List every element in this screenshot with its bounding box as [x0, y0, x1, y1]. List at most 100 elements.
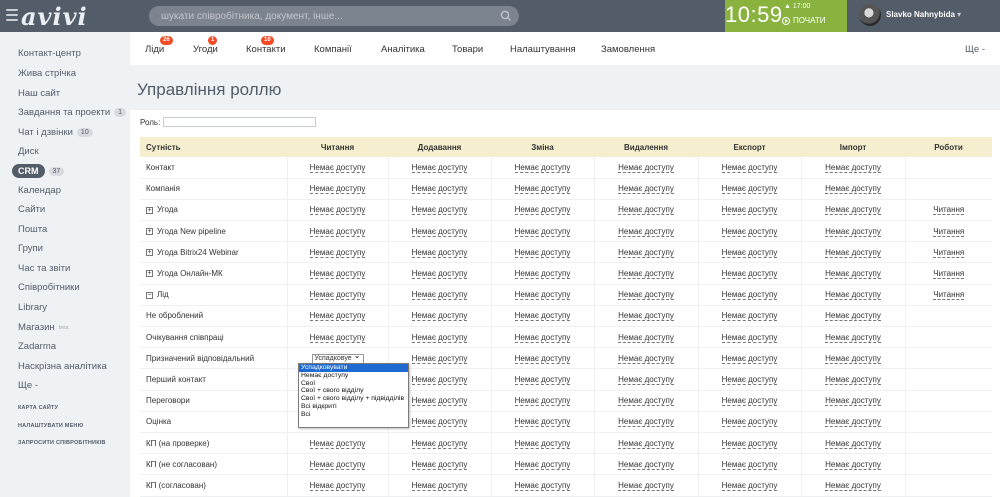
sidebar-item[interactable]: Диск: [18, 146, 39, 157]
sidebar-item[interactable]: Групи: [18, 243, 43, 254]
permission-value[interactable]: Немає доступу: [618, 205, 674, 216]
sidebar-item[interactable]: CRM 37: [12, 164, 65, 178]
dropdown-option[interactable]: Свої: [299, 380, 408, 388]
permission-value[interactable]: Немає доступу: [721, 162, 778, 173]
permission-value[interactable]: Немає доступу: [514, 396, 571, 407]
permission-value[interactable]: Немає доступу: [721, 353, 778, 364]
sidebar-item[interactable]: Пошта: [18, 224, 47, 235]
permission-value[interactable]: Немає доступу: [618, 417, 674, 428]
permission-value[interactable]: Немає доступу: [825, 332, 881, 343]
permission-value[interactable]: Немає доступу: [411, 396, 468, 407]
dropdown-option[interactable]: Успадковувати: [299, 364, 408, 372]
permission-value[interactable]: Немає доступу: [411, 480, 468, 491]
permission-value[interactable]: Немає доступу: [618, 290, 674, 301]
permission-value[interactable]: Немає доступу: [514, 332, 571, 343]
tab[interactable]: Ліди: [145, 44, 164, 55]
expand-icon[interactable]: +: [146, 228, 153, 236]
sidebar-item[interactable]: Zadarma: [18, 341, 56, 352]
user-name[interactable]: Slavko Nahnybida: [886, 10, 961, 19]
permission-value[interactable]: Немає доступу: [825, 374, 881, 385]
permission-value[interactable]: Читання: [933, 269, 965, 280]
dropdown-option[interactable]: Немає доступу: [299, 372, 408, 380]
sidebar-item[interactable]: Ще -: [18, 380, 38, 391]
user-menu[interactable]: Slavko Nahnybida: [848, 0, 1000, 32]
permission-value[interactable]: Немає доступу: [411, 459, 468, 470]
sidebar-item[interactable]: Наскрізна аналітика: [18, 361, 107, 372]
permission-value[interactable]: Немає доступу: [825, 396, 881, 407]
permission-value[interactable]: Немає доступу: [309, 459, 366, 470]
permission-value[interactable]: Немає доступу: [514, 290, 571, 301]
sidebar-item[interactable]: Співробітники: [18, 282, 80, 293]
permission-value[interactable]: Немає доступу: [514, 480, 571, 491]
permission-value[interactable]: Немає доступу: [514, 438, 571, 449]
permission-value[interactable]: Немає доступу: [618, 184, 674, 195]
permission-value[interactable]: Немає доступу: [514, 459, 571, 470]
star-icon[interactable]: ☆: [266, 82, 279, 99]
permission-value[interactable]: Немає доступу: [721, 247, 778, 258]
permission-value[interactable]: Немає доступу: [618, 311, 674, 322]
permission-value[interactable]: Немає доступу: [825, 247, 881, 258]
permission-value[interactable]: Немає доступу: [309, 226, 366, 237]
dropdown-option[interactable]: Всі: [299, 411, 408, 419]
permission-value[interactable]: Немає доступу: [309, 184, 366, 195]
tab[interactable]: Угоди: [193, 44, 218, 55]
permission-value[interactable]: Немає доступу: [309, 311, 366, 322]
collapse-icon[interactable]: −: [146, 291, 153, 299]
permission-value[interactable]: Немає доступу: [825, 184, 881, 195]
sidebar-link[interactable]: КАРТА САЙТУ: [18, 405, 58, 411]
permission-value[interactable]: Немає доступу: [309, 162, 366, 173]
permission-value[interactable]: Немає доступу: [825, 311, 881, 322]
permission-value[interactable]: Немає доступу: [721, 396, 778, 407]
sidebar-item[interactable]: Наш сайт: [18, 88, 60, 99]
sidebar-item[interactable]: Час та звіти: [18, 263, 70, 274]
permission-value[interactable]: Немає доступу: [411, 247, 468, 258]
permission-value[interactable]: Немає доступу: [721, 459, 778, 470]
permission-value[interactable]: Немає доступу: [411, 332, 468, 343]
sidebar-item[interactable]: Контакт-центр: [18, 48, 81, 59]
permission-value[interactable]: Немає доступу: [514, 269, 571, 280]
permission-value[interactable]: Читання: [933, 290, 965, 301]
permission-value[interactable]: Немає доступу: [825, 290, 881, 301]
sidebar-item[interactable]: Магазин beta: [18, 322, 68, 333]
permission-value[interactable]: Читання: [933, 247, 965, 258]
permission-value[interactable]: Немає доступу: [721, 311, 778, 322]
permission-value[interactable]: Немає доступу: [411, 438, 468, 449]
expand-icon[interactable]: +: [146, 270, 153, 278]
permission-value[interactable]: Немає доступу: [618, 353, 674, 364]
tab[interactable]: Контакти: [246, 44, 286, 55]
permission-value[interactable]: Немає доступу: [618, 332, 674, 343]
permission-value[interactable]: Немає доступу: [514, 205, 571, 216]
search-icon[interactable]: [499, 9, 513, 23]
permission-value[interactable]: Читання: [933, 205, 965, 216]
permission-value[interactable]: Немає доступу: [514, 184, 571, 195]
permission-value[interactable]: Немає доступу: [514, 374, 571, 385]
permission-value[interactable]: Немає доступу: [825, 480, 881, 491]
permission-value[interactable]: Немає доступу: [411, 205, 468, 216]
permission-value[interactable]: Немає доступу: [825, 417, 881, 428]
permission-value[interactable]: Немає доступу: [825, 353, 881, 364]
permission-value[interactable]: Немає доступу: [411, 417, 468, 428]
permission-value[interactable]: Немає доступу: [514, 226, 571, 237]
permission-value[interactable]: Немає доступу: [618, 162, 674, 173]
permission-value[interactable]: Немає доступу: [618, 438, 674, 449]
permission-value[interactable]: Немає доступу: [514, 417, 571, 428]
logo[interactable]: avivi: [21, 2, 88, 31]
tab[interactable]: Товари: [452, 44, 483, 55]
sidebar-item[interactable]: Жива стрічка: [18, 68, 76, 79]
search-input[interactable]: [149, 6, 489, 26]
permission-value[interactable]: Немає доступу: [618, 459, 674, 470]
permission-value[interactable]: Немає доступу: [514, 247, 571, 258]
permission-value[interactable]: Немає доступу: [309, 480, 366, 491]
permission-value[interactable]: Немає доступу: [721, 374, 778, 385]
permission-value[interactable]: Немає доступу: [514, 162, 571, 173]
permission-value[interactable]: Немає доступу: [721, 269, 778, 280]
permission-value[interactable]: Немає доступу: [721, 205, 778, 216]
permission-value[interactable]: Немає доступу: [618, 396, 674, 407]
dropdown-option[interactable]: Свої + свого відділу + підвідділів: [299, 395, 408, 403]
permission-value[interactable]: Немає доступу: [721, 480, 778, 491]
permission-value[interactable]: Немає доступу: [721, 417, 778, 428]
permission-value[interactable]: Немає доступу: [514, 311, 571, 322]
permission-value[interactable]: Немає доступу: [618, 269, 674, 280]
dropdown-option[interactable]: Всі відкриті: [299, 403, 408, 411]
tab[interactable]: Замовлення: [601, 44, 655, 55]
